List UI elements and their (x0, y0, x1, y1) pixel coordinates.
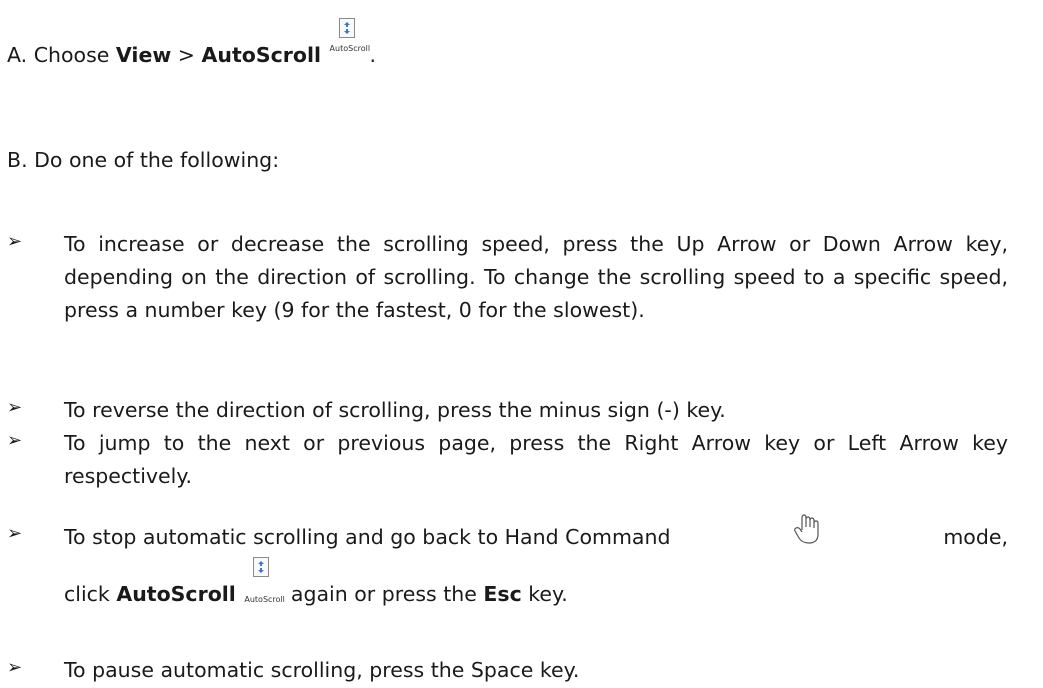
arrow-bullet-icon: ➢ (7, 397, 23, 418)
step-a: A. Choose View > AutoScroll AutoScroll . (7, 18, 377, 67)
autoscroll-command-label: AutoScroll (116, 582, 236, 606)
esc-key-label: Esc (483, 582, 522, 606)
hand-icon (792, 512, 822, 546)
bullet-stop-text-4: again or press the (284, 582, 484, 606)
arrow-bullet-icon: ➢ (7, 430, 23, 451)
bullet-speed-text: To increase or decrease the scrolling sp… (64, 232, 1008, 322)
bullet-stop-line2: click AutoScroll AutoScroll again or pre… (64, 557, 1008, 611)
arrow-bullet-icon: ➢ (7, 231, 23, 252)
step-a-separator: > (171, 43, 202, 67)
arrow-bullet-icon: ➢ (7, 657, 23, 678)
step-a-prefix: A. Choose (7, 43, 116, 67)
autoscroll-icon: AutoScroll (329, 18, 371, 62)
autoscroll-icon-caption: AutoScroll (244, 595, 285, 604)
bullet-stop-text-2: mode, (943, 525, 1008, 549)
autoscroll-icon: AutoScroll (244, 557, 285, 604)
arrow-bullet-icon: ➢ (7, 523, 23, 544)
bullet-stop-line1: To stop automatic scrolling and go back … (64, 514, 1008, 554)
autoscroll-icon-caption: AutoScroll (329, 44, 371, 53)
bullet-stop-text-3: click (64, 582, 117, 606)
bullet-reverse-text: To reverse the direction of scrolling, p… (64, 398, 726, 422)
step-b: B. Do one of the following: (7, 148, 280, 172)
bullet-jump-text: To jump to the next or previous page, pr… (64, 431, 1008, 488)
bullet-stop-text-5: key. (521, 582, 568, 606)
bullet-stop-text-1: To stop automatic scrolling and go back … (64, 525, 671, 549)
autoscroll-command-label: AutoScroll (201, 43, 322, 67)
bullet-pause-text: To pause automatic scrolling, press the … (64, 658, 580, 682)
step-a-suffix: . (369, 43, 377, 67)
view-menu-label: View (115, 43, 172, 67)
